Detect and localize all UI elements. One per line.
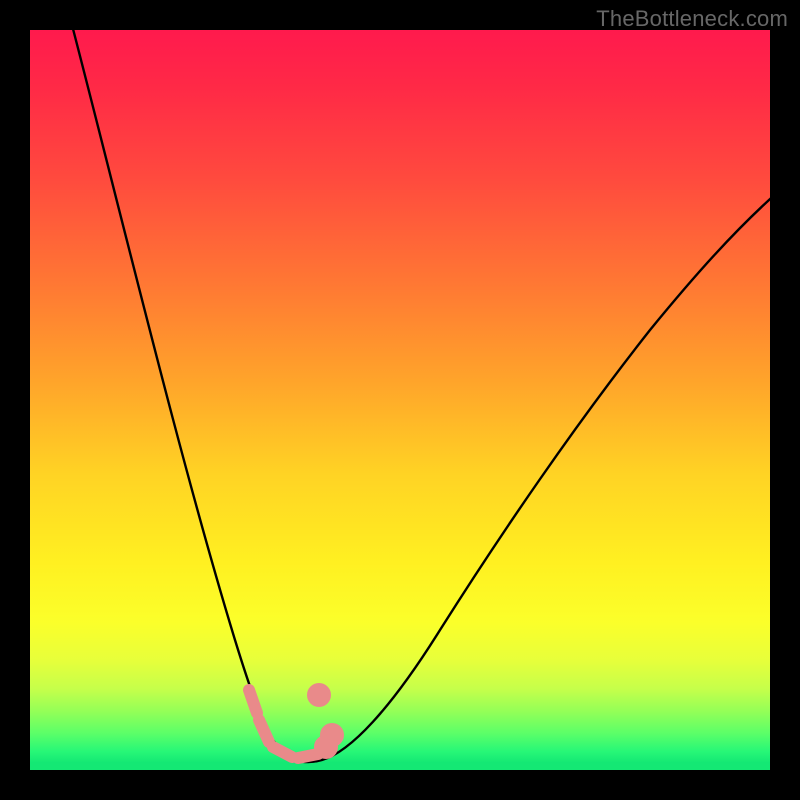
bottleneck-curve bbox=[72, 25, 780, 762]
curve-layer bbox=[30, 30, 770, 770]
chart-frame: TheBottleneck.com bbox=[0, 0, 800, 800]
watermark-text: TheBottleneck.com bbox=[596, 6, 788, 32]
valley-markers bbox=[249, 689, 338, 758]
